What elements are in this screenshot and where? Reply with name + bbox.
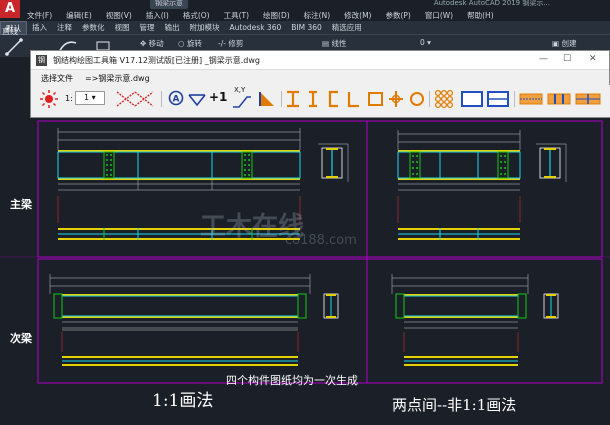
- trim-label: 修剪: [228, 39, 244, 48]
- rect-tube-icon[interactable]: [367, 90, 385, 108]
- round-tube-icon[interactable]: [409, 90, 425, 108]
- move-label: 移动: [148, 39, 164, 48]
- toolbar-separator: [161, 91, 162, 107]
- ribbon-tab[interactable]: 注释: [52, 21, 77, 35]
- menu-item[interactable]: 窗口(W): [418, 10, 460, 21]
- rotate-button[interactable]: ○ 旋转: [178, 38, 202, 49]
- ribbon-tab[interactable]: 插入: [27, 21, 52, 35]
- caption-generated-once: 四个构件图纸均为一次生成: [226, 374, 358, 387]
- menu-item[interactable]: 工具(T): [217, 10, 256, 21]
- plate-icon[interactable]: [461, 91, 483, 107]
- select-file-menu[interactable]: 选择文件: [41, 73, 73, 84]
- toolbox-titlebar: 钢 钢结构绘图工具箱 V17.12测试版[已注册] _钢梁示意.dwg — ☐ …: [31, 51, 609, 70]
- caption-scale-1-1: 1:1画法: [152, 391, 214, 411]
- menu-item[interactable]: 视图(V): [99, 10, 139, 21]
- watermark-url: co188.com: [285, 233, 357, 248]
- current-file-label: =>钢梁示意.dwg: [85, 74, 150, 83]
- ribbon-tab[interactable]: 参数化: [77, 21, 110, 35]
- toolbar-separator: [514, 91, 515, 107]
- toolbox-title: 钢结构绘图工具箱 V17.12测试版[已注册] _钢梁示意.dwg: [53, 56, 260, 65]
- sub-beam-label: 次梁: [10, 332, 32, 345]
- plus-one-button[interactable]: +1: [209, 90, 227, 104]
- layer-value: 0: [420, 38, 425, 47]
- ribbon-tab[interactable]: 附加模块: [185, 21, 225, 35]
- trim-button[interactable]: -/- 修剪: [218, 38, 243, 49]
- toolbox-menu: 选择文件 =>钢梁示意.dwg: [31, 70, 609, 85]
- steel-toolbox-window: 钢 钢结构绘图工具箱 V17.12测试版[已注册] _钢梁示意.dwg — ☐ …: [30, 50, 610, 118]
- ribbon-tab[interactable]: 输出: [160, 21, 185, 35]
- menu-item[interactable]: 编辑(E): [59, 10, 99, 21]
- sub-beam-left-drawing: [49, 274, 339, 366]
- beam-detail-icon[interactable]: [575, 92, 601, 106]
- menu-item[interactable]: 标注(N): [297, 10, 337, 21]
- cross-section-icon[interactable]: [387, 89, 405, 109]
- dimension-flag-icon[interactable]: [187, 89, 207, 109]
- ribbon-tab[interactable]: 视图: [110, 21, 135, 35]
- ribbon-tab[interactable]: 精选应用: [327, 21, 367, 35]
- beam-section-icon[interactable]: [547, 92, 571, 106]
- menu-item[interactable]: 文件(F): [20, 10, 59, 21]
- layer-dropdown[interactable]: 0 ▾: [420, 38, 431, 47]
- i-beam-icon[interactable]: [285, 90, 301, 108]
- split-plate-icon[interactable]: [487, 91, 509, 107]
- menu-bar: 文件(F) 编辑(E) 视图(V) 插入(I) 格式(O) 工具(T) 绘图(D) 标注(N)…: [20, 9, 610, 21]
- main-beam-label: 主梁: [10, 198, 32, 211]
- channel-icon[interactable]: [325, 90, 341, 108]
- line-tool-label: 直线: [2, 27, 18, 36]
- menu-item[interactable]: 绘图(D): [256, 10, 297, 21]
- maximize-icon[interactable]: ☐: [563, 54, 571, 64]
- ribbon-tab[interactable]: BIM 360: [286, 21, 327, 35]
- close-icon[interactable]: ✕: [589, 54, 597, 64]
- move-button[interactable]: ✥ 移动: [140, 38, 164, 49]
- ribbon-tab[interactable]: 管理: [135, 21, 160, 35]
- scale-label: 1:: [65, 94, 73, 103]
- scale-select[interactable]: 1 ▾: [75, 91, 105, 105]
- document-tab[interactable]: 钢梁示意: [150, 0, 188, 9]
- main-beam-right-drawing: [397, 130, 567, 240]
- menu-item[interactable]: 插入(I): [139, 10, 176, 21]
- sub-beam-right-drawing: [391, 274, 559, 366]
- ribbon-tabs: 默认 插入 注释 参数化 视图 管理 输出 附加模块 Autodesk 360 BIM 360 精选…: [0, 20, 610, 35]
- slope-icon[interactable]: [257, 89, 277, 109]
- menu-item[interactable]: 格式(O): [176, 10, 217, 21]
- svg-text:A: A: [173, 95, 180, 105]
- ribbon-tab[interactable]: Autodesk 360: [225, 21, 287, 35]
- scale-value: 1: [84, 93, 90, 102]
- h-section-icon[interactable]: [305, 90, 321, 108]
- weld-symbol-icon[interactable]: A: [167, 89, 185, 109]
- coordinate-icon[interactable]: [231, 93, 253, 109]
- create-label: 创建: [561, 39, 577, 48]
- autocad-logo-icon[interactable]: A: [0, 0, 20, 18]
- line-tool-icon[interactable]: [4, 37, 24, 57]
- app-title: Autodesk AutoCAD 2019 钢梁示...: [433, 0, 550, 7]
- menu-item[interactable]: 修改(M): [337, 10, 378, 21]
- cross-mark-icon[interactable]: [115, 89, 155, 109]
- toolbox-toolbar: 1: 1 ▾ A +1 X,Y: [31, 85, 610, 117]
- toolbar-separator: [429, 91, 430, 107]
- toolbox-app-icon: 钢: [36, 55, 47, 66]
- beam-elevation-icon[interactable]: [519, 92, 543, 106]
- linetype-label: 线性: [331, 39, 347, 48]
- toolbar-separator: [281, 91, 282, 107]
- rotate-label: 旋转: [186, 39, 202, 48]
- menu-item[interactable]: 参数(P): [378, 10, 417, 21]
- bolt-group-icon[interactable]: [433, 88, 455, 110]
- angle-icon[interactable]: [345, 90, 361, 108]
- minimize-icon[interactable]: —: [539, 54, 548, 64]
- app-titlebar: 钢梁示意 Autodesk AutoCAD 2019 钢梁示...: [0, 0, 610, 9]
- linetype-button[interactable]: ▤ 线性: [322, 38, 346, 49]
- create-block-button[interactable]: ▣ 创建: [552, 38, 576, 49]
- caption-two-point: 两点间--非1:1画法: [392, 396, 517, 414]
- drawing-canvas[interactable]: 工木在线 co188.com 主梁 次梁 四个构件图纸均为一次生成 1:1画法 …: [0, 118, 610, 425]
- menu-item[interactable]: 帮助(H): [460, 10, 501, 21]
- sun-scale-icon[interactable]: [39, 89, 59, 109]
